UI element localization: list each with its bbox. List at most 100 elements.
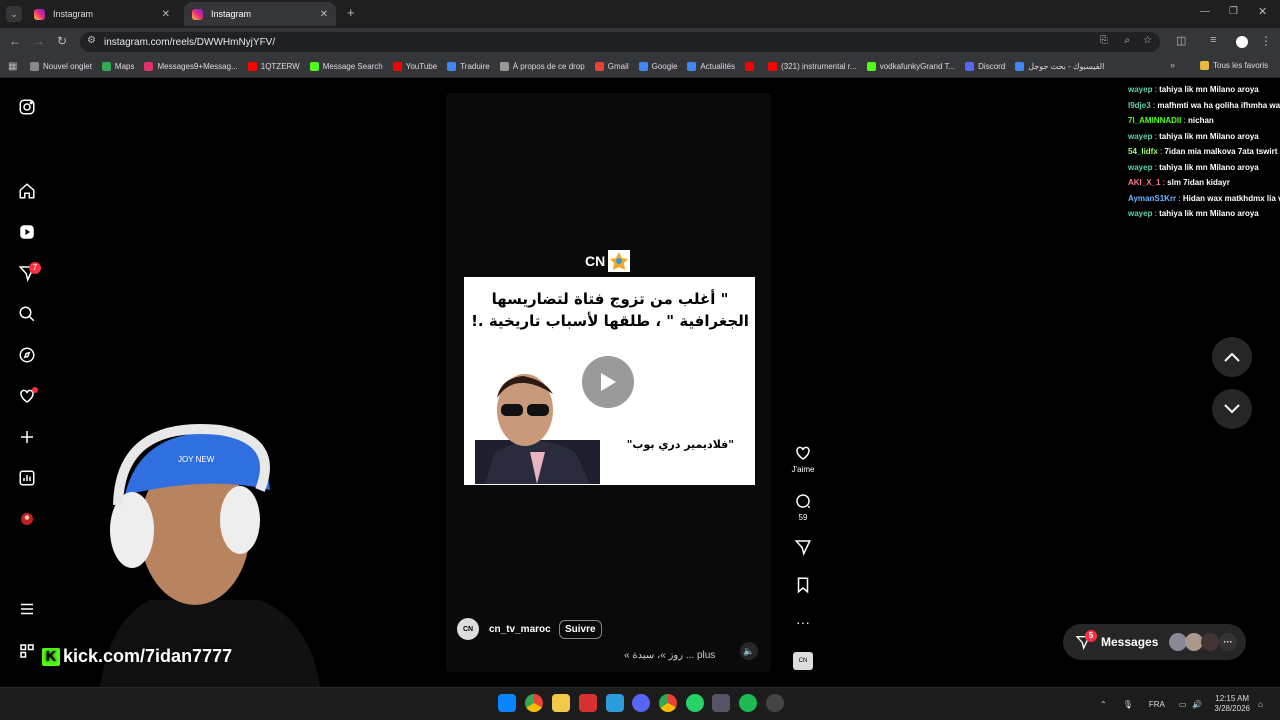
more-options-button[interactable]: ··· — [788, 614, 818, 630]
profile-avatar[interactable] — [1236, 36, 1248, 48]
save-button[interactable] — [788, 576, 818, 597]
play-button[interactable] — [582, 356, 634, 408]
bookmark-label: Discord — [978, 62, 1006, 71]
apps-icon[interactable]: ▦ — [8, 61, 17, 72]
mic-icon[interactable]: 🎙 — [1123, 700, 1133, 709]
apps-grid-icon[interactable] — [16, 640, 38, 662]
bookmark-item[interactable]: Actualités — [687, 62, 735, 71]
bookmark-list: Nouvel onglet Maps Messages9+Messag... 1QTZ… — [30, 62, 1170, 71]
window-close-button[interactable]: ✕ — [1258, 5, 1267, 18]
url-field[interactable]: ⚙ instagram.com/reels/DWWHmNyjYFV/ ⎘ ⌕ ☆ — [80, 32, 1160, 52]
network-icon[interactable]: ▭ — [1179, 700, 1187, 709]
spotify-icon[interactable] — [739, 694, 757, 712]
chrome-icon[interactable] — [525, 694, 543, 712]
messages-button[interactable]: 5 Messages ··· — [1063, 624, 1246, 660]
clock[interactable]: 12:15 AM 3/28/2026 — [1214, 694, 1250, 714]
search-icon[interactable] — [16, 303, 38, 325]
more-menu-icon[interactable] — [16, 598, 38, 620]
reels-icon[interactable] — [16, 221, 38, 243]
tab-1[interactable]: Instagram ✕ — [26, 2, 178, 26]
author-username[interactable]: cn_tv_maroc — [489, 624, 551, 635]
close-icon[interactable]: ✕ — [162, 9, 170, 20]
chat-username[interactable]: AKI_X_1 — [1128, 178, 1160, 187]
home-icon[interactable] — [16, 180, 38, 202]
bookmark-item[interactable]: YouTube — [392, 62, 437, 71]
bookmark-item[interactable]: Discord — [965, 62, 1005, 71]
chevron-up-icon[interactable]: ⌃ — [1100, 700, 1107, 709]
reel-author[interactable]: CN cn_tv_maroc — [457, 618, 551, 640]
previous-reel-button[interactable] — [1212, 337, 1252, 377]
star-logo-icon — [608, 250, 631, 272]
chat-username[interactable]: l9dje3 — [1128, 101, 1151, 110]
next-reel-button[interactable] — [1212, 389, 1252, 429]
tab-search-button[interactable]: ⌄ — [6, 6, 22, 22]
install-icon[interactable]: ⎘ — [1100, 35, 1108, 46]
bookmark-item[interactable]: Google — [638, 62, 677, 71]
restore-button[interactable]: ❐ — [1229, 6, 1238, 17]
chat-username[interactable]: wayep — [1128, 163, 1152, 172]
profile-avatar-icon[interactable] — [16, 508, 38, 530]
like-button[interactable]: J'aime — [788, 444, 818, 474]
chat-username[interactable]: wayep — [1128, 132, 1152, 141]
chrome-active-icon[interactable] — [659, 694, 677, 712]
forward-icon[interactable]: → — [33, 34, 45, 48]
discord-icon[interactable] — [632, 694, 650, 712]
windows-start-icon[interactable] — [498, 694, 516, 712]
chat-username[interactable]: wayep — [1128, 85, 1152, 94]
chevron-right-icon[interactable]: » — [1170, 60, 1175, 70]
volume-icon[interactable]: 🔊 — [1192, 700, 1202, 709]
audio-thumbnail[interactable]: CN — [793, 652, 813, 670]
instagram-logo-icon[interactable] — [16, 96, 38, 118]
bookmark-item[interactable]: Gmail — [594, 62, 629, 71]
dashboard-icon[interactable] — [16, 467, 38, 489]
bookmark-item[interactable]: Messages9+Messag... — [144, 62, 238, 71]
chat-message: AKI_X_1 : slm 7idan kidayr — [1128, 175, 1280, 191]
tab-2[interactable]: Instagram ✕ — [184, 2, 336, 26]
chat-username[interactable]: 54_lidfx — [1128, 147, 1158, 156]
site-info-icon[interactable]: ⚙ — [87, 35, 96, 46]
bookmark-item[interactable]: Message Search — [309, 62, 383, 71]
notepad-icon[interactable] — [606, 694, 624, 712]
chat-username[interactable]: AymanS1Krr — [1128, 194, 1176, 203]
reading-list-icon[interactable]: ≡ — [1210, 34, 1216, 46]
app-icon[interactable] — [712, 694, 730, 712]
bookmark-item[interactable]: 1QTZERW — [247, 62, 300, 71]
lang-indicator[interactable]: FRA — [1149, 700, 1165, 709]
follow-button[interactable]: Suivre — [559, 620, 602, 639]
back-icon[interactable]: ← — [9, 34, 21, 48]
explore-icon[interactable] — [16, 344, 38, 366]
bookmark-item[interactable] — [745, 62, 758, 71]
chat-username[interactable]: wayep — [1128, 209, 1152, 218]
all-bookmarks[interactable]: Tous les favoris — [1200, 61, 1268, 70]
chat-message: wayep : tahiya lik mn Milano aroya — [1128, 160, 1280, 176]
bookmark-item[interactable]: الفيسبوك - بحث جوجل — [1015, 62, 1104, 71]
svg-text:JOY NEW: JOY NEW — [178, 455, 215, 464]
mute-button[interactable]: 🔈 — [740, 642, 758, 660]
close-icon[interactable]: ✕ — [320, 9, 328, 20]
file-explorer-icon[interactable] — [552, 694, 570, 712]
menu-icon[interactable]: ⋮ — [1260, 34, 1272, 48]
bookmark-item[interactable]: Traduire — [447, 62, 490, 71]
share-button[interactable] — [788, 538, 818, 559]
bookmark-item[interactable]: vodkafunkyGrand T... — [866, 62, 955, 71]
new-tab-button[interactable]: + — [347, 5, 355, 20]
minimize-button[interactable]: — — [1200, 6, 1210, 17]
bookmark-item[interactable]: À propos de ce drop — [499, 62, 585, 71]
notification-badge: 7 — [29, 262, 41, 274]
whatsapp-icon[interactable] — [686, 694, 704, 712]
create-icon[interactable] — [16, 426, 38, 448]
chat-username[interactable]: 7l_AMINNADII — [1128, 116, 1181, 125]
reel-caption[interactable]: « روز »، سيدة ... plus — [624, 650, 715, 661]
bookmark-item[interactable]: Nouvel onglet — [30, 62, 92, 71]
extensions-icon[interactable]: ◫ — [1176, 34, 1186, 47]
star-icon[interactable]: ☆ — [1143, 35, 1152, 46]
reload-icon[interactable]: ↻ — [57, 34, 67, 48]
obs-icon[interactable] — [766, 694, 784, 712]
app-icon[interactable] — [579, 694, 597, 712]
bookmark-item[interactable]: Maps — [101, 62, 134, 71]
comment-button[interactable]: 59 — [788, 492, 818, 522]
author-avatar[interactable]: CN — [457, 618, 479, 640]
zoom-icon[interactable]: ⌕ — [1124, 35, 1130, 46]
notification-icon[interactable]: ⌂ — [1258, 700, 1263, 709]
bookmark-item[interactable]: (321) instrumental r... — [768, 62, 857, 71]
